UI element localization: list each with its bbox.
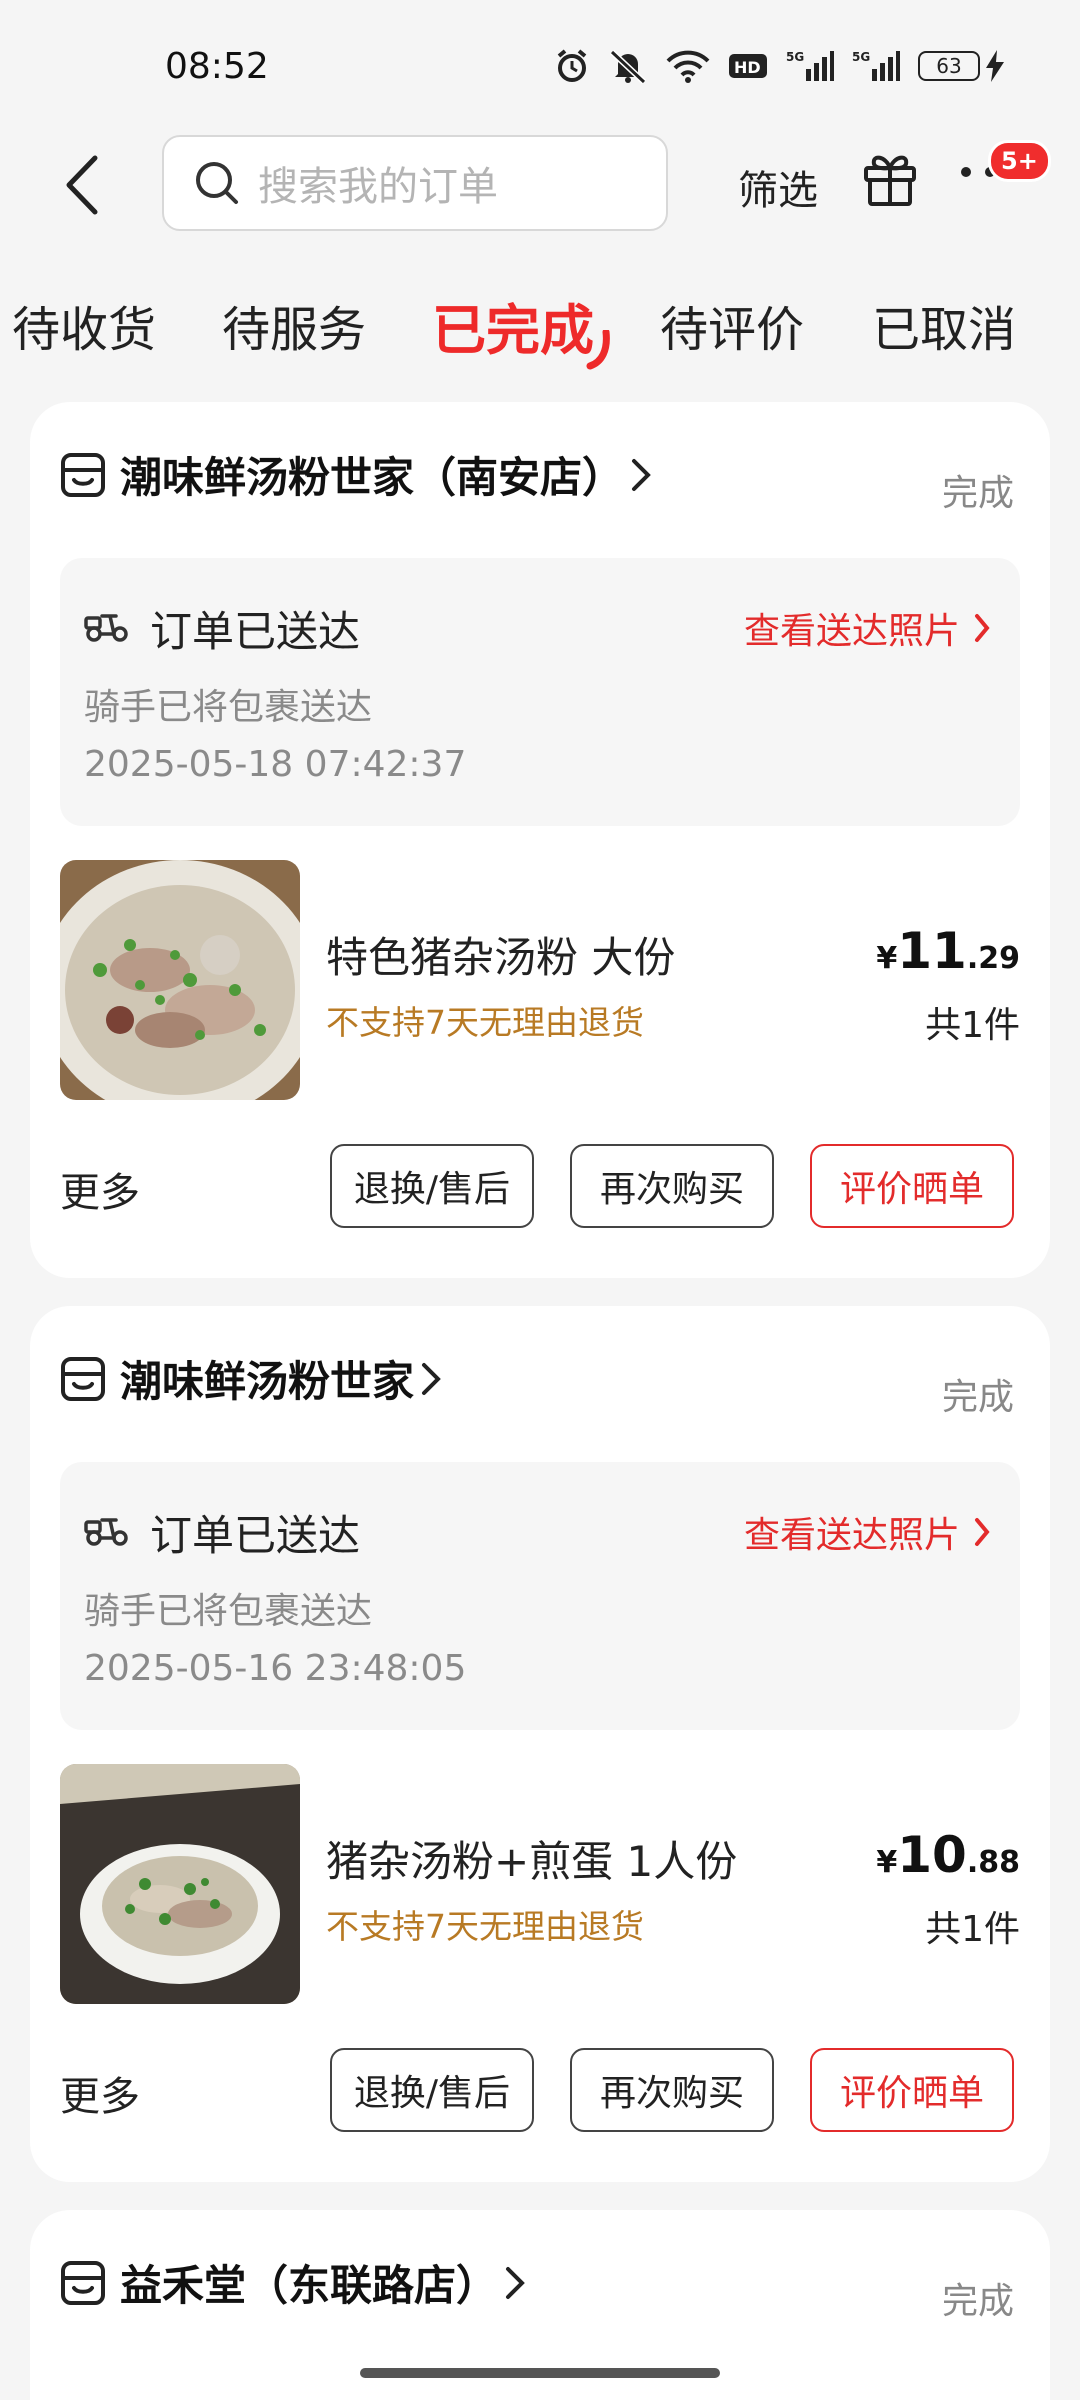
search-placeholder: 搜索我的订单 xyxy=(258,164,498,210)
store-icon xyxy=(61,1356,105,1401)
mute-icon xyxy=(609,49,647,84)
delivery-scooter-icon xyxy=(84,1518,128,1546)
product-price: ¥11.29 xyxy=(876,922,1020,980)
status-icons: HD 5G 5G 63 xyxy=(554,48,1004,84)
header: 搜索我的订单 筛选 5+ xyxy=(0,130,1080,240)
price-decimal: .88 xyxy=(966,1845,1020,1880)
status-time: 08:52 xyxy=(165,46,269,87)
product-price: ¥10.88 xyxy=(876,1826,1020,1884)
tab-to-service[interactable]: 待服务 xyxy=(222,290,366,360)
product-name[interactable]: 特色猪杂汤粉 大份 xyxy=(326,924,675,985)
search-icon xyxy=(196,162,238,204)
home-indicator[interactable] xyxy=(360,2368,720,2378)
no-return-notice: 不支持7天无理由退货 xyxy=(326,1907,644,1946)
price-decimal: .29 xyxy=(966,941,1020,976)
tab-completed[interactable]: 已完成 xyxy=(432,286,594,365)
buy-again-button[interactable]: 再次购买 xyxy=(570,2048,774,2132)
view-delivery-photo-link[interactable]: 查看送达照片 xyxy=(744,1506,990,1558)
product-image[interactable] xyxy=(60,860,300,1100)
product-name[interactable]: 猪杂汤粉+煎蛋 1人份 xyxy=(326,1828,737,1889)
product-quantity: 共1件 xyxy=(925,1909,1020,1950)
tab-to-review[interactable]: 待评价 xyxy=(660,290,804,360)
shop-name: 潮味鲜汤粉世家（南安店） xyxy=(120,453,625,502)
order-card[interactable]: 潮味鲜汤粉世家 完成 订单已送达 查看送达照片 骑手已将包裹送达 2025-05… xyxy=(30,1306,1050,2182)
view-delivery-photo-label: 查看送达照片 xyxy=(743,611,960,652)
delivery-timestamp: 2025-05-18 07:42:37 xyxy=(84,744,467,785)
chevron-right-icon xyxy=(422,1362,441,1395)
filter-button[interactable]: 筛选 xyxy=(738,158,818,216)
gift-button[interactable] xyxy=(860,148,920,212)
signal-5g-icon: 5G xyxy=(786,50,834,81)
chevron-right-icon xyxy=(632,458,651,491)
svg-text:HD: HD xyxy=(734,58,761,77)
order-card[interactable]: 潮味鲜汤粉世家（南安店） 完成 订单已送达 查看送达照片 骑手已将包裹送达 20… xyxy=(30,402,1050,1278)
signal-5g-icon-2: 5G xyxy=(852,50,900,81)
notification-badge: 5+ xyxy=(988,140,1051,182)
price-integer: 10 xyxy=(897,1826,967,1884)
after-sale-button[interactable]: 退换/售后 xyxy=(330,1144,534,1228)
shop-name: 益禾堂（东联路店） xyxy=(120,2261,499,2310)
order-status: 完成 xyxy=(941,2281,1014,2322)
charging-icon xyxy=(986,50,1004,82)
gift-icon xyxy=(864,155,916,206)
view-delivery-photo-link[interactable]: 查看送达照片 xyxy=(744,602,990,654)
chevron-left-icon xyxy=(66,155,98,215)
review-button[interactable]: 评价晒单 xyxy=(810,2048,1014,2132)
status-bar: 08:52 HD 5G 5G 63 xyxy=(0,0,1080,130)
price-currency: ¥ xyxy=(876,941,898,976)
review-button[interactable]: 评价晒单 xyxy=(810,1144,1014,1228)
delivery-subtitle: 骑手已将包裹送达 xyxy=(84,1591,373,1632)
order-status: 完成 xyxy=(941,473,1014,514)
product-quantity: 共1件 xyxy=(925,1005,1020,1046)
hd-icon: HD xyxy=(729,54,767,78)
delivery-scooter-icon xyxy=(84,614,128,642)
chevron-right-icon xyxy=(975,1518,990,1546)
buy-again-button[interactable]: 再次购买 xyxy=(570,1144,774,1228)
svg-text:5G: 5G xyxy=(852,50,870,64)
delivery-info: 订单已送达 查看送达照片 骑手已将包裹送达 2025-05-18 07:42:3… xyxy=(60,558,1020,826)
store-icon xyxy=(61,2260,105,2305)
delivery-title: 订单已送达 xyxy=(150,1511,361,1560)
after-sale-button[interactable]: 退换/售后 xyxy=(330,2048,534,2132)
shop-link[interactable]: 益禾堂（东联路店） xyxy=(60,2252,526,2313)
shop-name: 潮味鲜汤粉世家 xyxy=(120,1357,415,1406)
delivery-info: 订单已送达 查看送达照片 骑手已将包裹送达 2025-05-16 23:48:0… xyxy=(60,1462,1020,1730)
store-icon xyxy=(61,452,105,497)
soup-bowl-image xyxy=(60,860,300,1100)
tab-to-receive[interactable]: 待收货 xyxy=(12,290,156,360)
delivery-title: 订单已送达 xyxy=(150,607,361,656)
view-delivery-photo-label: 查看送达照片 xyxy=(743,1515,960,1556)
more-actions-link[interactable]: 更多 xyxy=(60,2064,140,2122)
order-status-tabs: 待收货 待服务 已完成 待评价 已取消 xyxy=(0,270,1080,370)
more-actions-link[interactable]: 更多 xyxy=(60,1160,140,1218)
search-input[interactable]: 搜索我的订单 xyxy=(162,135,668,231)
price-currency: ¥ xyxy=(876,1845,898,1880)
no-return-notice: 不支持7天无理由退货 xyxy=(326,1003,644,1042)
tab-cancelled[interactable]: 已取消 xyxy=(872,290,1016,360)
chevron-right-icon xyxy=(506,2266,525,2299)
price-integer: 11 xyxy=(897,922,967,980)
battery-level: 63 xyxy=(918,51,980,81)
alarm-icon xyxy=(557,49,587,82)
battery-indicator: 63 xyxy=(918,50,1004,82)
delivery-timestamp: 2025-05-16 23:48:05 xyxy=(84,1648,467,1689)
svg-text:5G: 5G xyxy=(786,50,804,64)
wifi-icon xyxy=(666,50,710,83)
shop-link[interactable]: 潮味鲜汤粉世家（南安店） xyxy=(60,444,652,505)
order-status: 完成 xyxy=(941,1377,1014,1418)
delivery-subtitle: 骑手已将包裹送达 xyxy=(84,687,373,728)
back-button[interactable] xyxy=(52,150,112,220)
product-image[interactable] xyxy=(60,1764,300,2004)
shop-link[interactable]: 潮味鲜汤粉世家 xyxy=(60,1348,442,1409)
soup-bowl-image xyxy=(60,1764,300,2004)
chevron-right-icon xyxy=(975,614,990,642)
active-tab-indicator xyxy=(586,330,610,370)
